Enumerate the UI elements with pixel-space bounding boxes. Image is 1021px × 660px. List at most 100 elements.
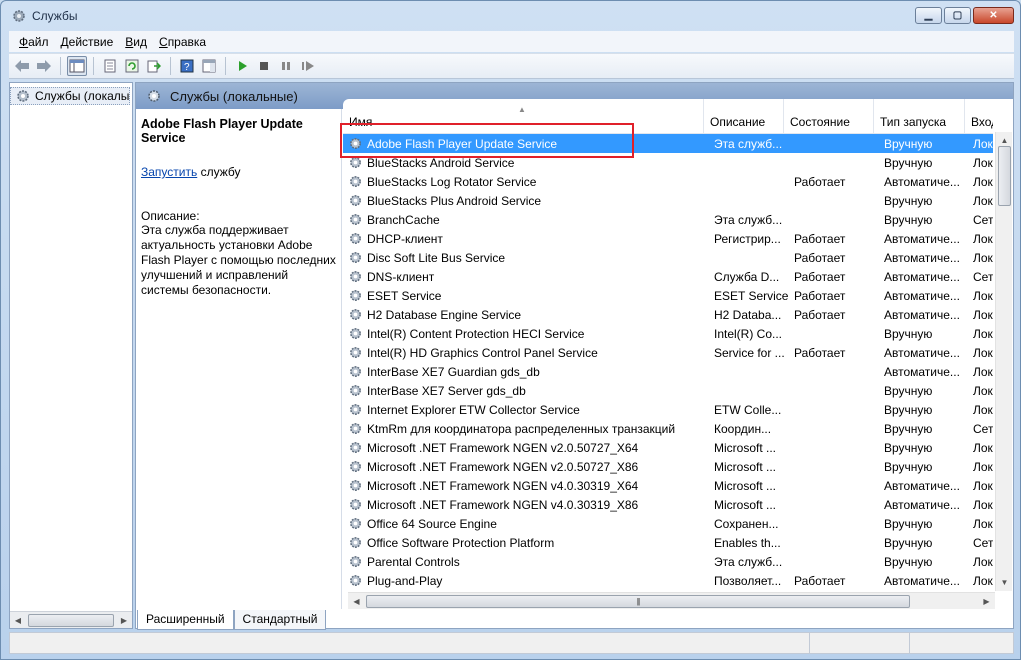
table-row[interactable]: Office 64 Source Engine Сохранен... Вручну…	[343, 514, 993, 533]
start-service-link[interactable]: Запустить	[141, 165, 197, 179]
scroll-thumb[interactable]: |||	[366, 595, 910, 608]
tab-standard[interactable]: Стандартный	[233, 610, 327, 630]
service-logon: Лок	[973, 383, 993, 398]
tab-extended[interactable]: Расширенный	[137, 610, 234, 630]
service-gear-icon	[347, 440, 363, 456]
export-list-icon[interactable]	[144, 56, 164, 76]
table-row[interactable]: DHCP-клиент Регистрир... Работает Автоматич…	[343, 229, 993, 248]
table-row[interactable]: InterBase XE7 Guardian gds_db Автоматиче.…	[343, 362, 993, 381]
table-row[interactable]: Parental Controls Эта служб... Вручную Лок	[343, 552, 993, 571]
close-button[interactable]: ✕	[973, 7, 1014, 24]
table-row[interactable]: Intel(R) HD Graphics Control Panel Servi…	[343, 343, 993, 362]
stop-icon[interactable]	[254, 56, 274, 76]
column-name[interactable]: Имя ▲	[343, 99, 704, 134]
toolbar-separator	[225, 57, 226, 75]
table-row[interactable]: KtmRm для координатора распределенных тр…	[343, 419, 993, 438]
scroll-down-icon[interactable]: ▼	[996, 574, 1013, 591]
console-tree-icon[interactable]	[67, 56, 87, 76]
service-logon: Сет	[973, 535, 993, 550]
list-vertical-scrollbar[interactable]: ▲ ▼	[995, 132, 1012, 591]
service-logon: Сет	[973, 269, 993, 284]
scroll-left-icon[interactable]: ◀	[10, 616, 26, 625]
service-gear-icon	[347, 212, 363, 228]
show-hide-pane-icon[interactable]	[199, 56, 219, 76]
table-row[interactable]: InterBase XE7 Server gds_db Вручную Лок	[343, 381, 993, 400]
selected-service-title: Adobe Flash Player Update Service	[141, 117, 303, 145]
list-horizontal-scrollbar[interactable]: ◀ ||| ▶	[348, 592, 995, 609]
menu-file[interactable]: Файл	[13, 35, 55, 49]
service-name: Intel(R) HD Graphics Control Panel Servi…	[367, 345, 598, 360]
restart-icon[interactable]	[298, 56, 318, 76]
service-description: Microsoft ...	[714, 440, 777, 455]
view-tabs: Расширенный Стандартный	[135, 610, 1014, 630]
service-name: Office Software Protection Platform	[367, 535, 555, 550]
column-state[interactable]: Состояние	[784, 99, 874, 134]
column-description[interactable]: Описание	[704, 99, 784, 134]
table-row[interactable]: DNS-клиент Служба D... Работает Автоматиче.…	[343, 267, 993, 286]
toolbar-separator	[93, 57, 94, 75]
title-bar[interactable]: Службы ▁ ▢ ✕	[1, 1, 1020, 31]
maximize-button[interactable]: ▢	[944, 7, 971, 24]
menu-view[interactable]: Вид	[119, 35, 153, 49]
scroll-thumb[interactable]	[998, 146, 1011, 206]
table-row[interactable]: H2 Database Engine Service H2 Databa... Ра…	[343, 305, 993, 324]
table-row[interactable]: Microsoft .NET Framework NGEN v4.0.30319…	[343, 495, 993, 514]
console-tree: Службы (локалы ◀ ▶	[9, 82, 133, 629]
service-gear-icon	[347, 326, 363, 342]
table-row[interactable]: Disc Soft Lite Bus Service Работает Автома…	[343, 248, 993, 267]
table-row[interactable]: Intel(R) Content Protection HECI Service…	[343, 324, 993, 343]
service-gear-icon	[347, 345, 363, 361]
pause-icon[interactable]	[276, 56, 296, 76]
description-label: Описание:	[141, 209, 200, 223]
properties-icon[interactable]	[100, 56, 120, 76]
service-name: BlueStacks Plus Android Service	[367, 193, 542, 208]
service-name-cell: Office Software Protection Platform	[343, 535, 708, 551]
service-description: Microsoft ...	[714, 497, 777, 512]
table-row[interactable]: Microsoft .NET Framework NGEN v2.0.50727…	[343, 457, 993, 476]
main-header-title: Службы (локальные)	[170, 88, 298, 104]
minimize-button[interactable]: ▁	[915, 7, 942, 24]
service-logon: Лок	[973, 478, 993, 493]
back-arrow-icon[interactable]	[12, 56, 32, 76]
services-gear-icon	[11, 8, 27, 24]
column-startup-type[interactable]: Тип запуска	[874, 99, 965, 134]
table-row[interactable]: Plug-and-Play Позволяет... Работает Автомат…	[343, 571, 993, 590]
menu-action[interactable]: Действие	[55, 35, 120, 49]
menu-help[interactable]: Справка	[153, 35, 212, 49]
service-description: Служба D...	[714, 269, 780, 284]
refresh-icon[interactable]	[122, 56, 142, 76]
service-gear-icon	[347, 155, 363, 171]
table-row[interactable]: Microsoft .NET Framework NGEN v2.0.50727…	[343, 438, 993, 457]
scroll-right-icon[interactable]: ▶	[978, 593, 995, 610]
table-row[interactable]: BlueStacks Plus Android Service Вручную Ло…	[343, 191, 993, 210]
scroll-thumb[interactable]	[28, 613, 114, 627]
tree-item-local-services[interactable]: Службы (локалы	[10, 87, 130, 105]
scroll-left-icon[interactable]: ◀	[348, 593, 365, 610]
table-row[interactable]: BlueStacks Android Service Вручную Лок	[343, 153, 993, 172]
service-name: Microsoft .NET Framework NGEN v4.0.30319…	[367, 478, 639, 493]
play-icon[interactable]	[232, 56, 252, 76]
table-row[interactable]: Microsoft .NET Framework NGEN v4.0.30319…	[343, 476, 993, 495]
forward-arrow-icon[interactable]	[34, 56, 54, 76]
table-row[interactable]: Adobe Flash Player Update Service Эта слу…	[343, 134, 993, 153]
help-icon[interactable]: ?	[177, 56, 197, 76]
column-logon-label: Вход	[971, 115, 993, 129]
service-name: BranchCache	[367, 212, 440, 227]
service-logon: Лок	[973, 155, 993, 170]
services-list: Имя ▲ Описание Состояние Тип запуска Вхо…	[343, 99, 1013, 609]
table-row[interactable]: BlueStacks Log Rotator Service Работает Ав…	[343, 172, 993, 191]
column-logon[interactable]: Вход	[965, 99, 993, 134]
service-name-cell: H2 Database Engine Service	[343, 307, 708, 323]
service-startup-type: Автоматиче...	[884, 307, 960, 322]
service-startup-type: Автоматиче...	[884, 573, 960, 588]
table-row[interactable]: BranchCache Эта служб... Вручную Сет	[343, 210, 993, 229]
service-description: Intel(R) Co...	[714, 326, 783, 341]
service-gear-icon	[347, 535, 363, 551]
table-row[interactable]: Office Software Protection Platform Enabl…	[343, 533, 993, 552]
scroll-right-icon[interactable]: ▶	[116, 616, 132, 625]
service-logon: Лок	[973, 364, 993, 379]
service-state: Работает	[794, 573, 846, 588]
table-row[interactable]: ESET Service ESET Service Работает Автомати…	[343, 286, 993, 305]
table-row[interactable]: Internet Explorer ETW Collector Service E…	[343, 400, 993, 419]
tree-horizontal-scrollbar[interactable]: ◀ ▶	[10, 611, 132, 628]
